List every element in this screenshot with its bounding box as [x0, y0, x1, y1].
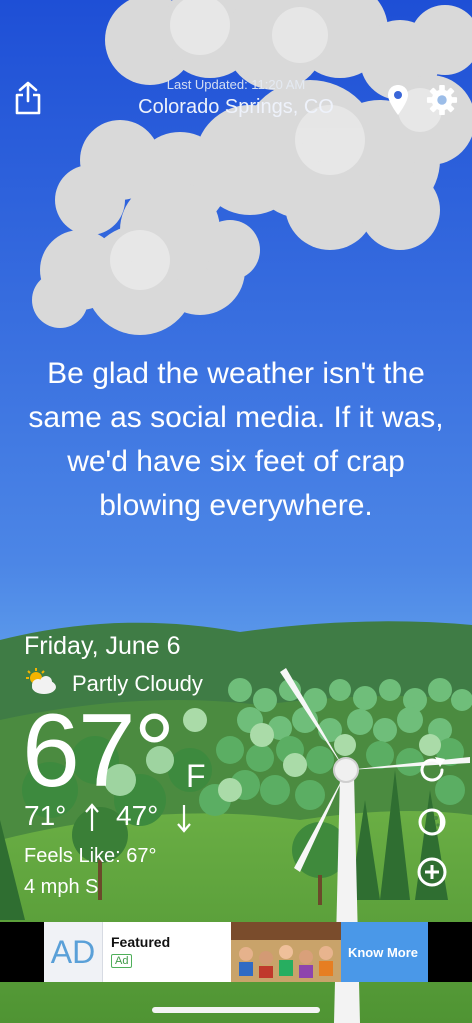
refresh-button[interactable]: [416, 754, 448, 786]
gear-icon: [426, 84, 458, 116]
ad-title: Featured: [111, 934, 171, 950]
feels-like-text: Feels Like: 67°: [24, 845, 157, 867]
weather-quote: Be glad the weather isn't the same as so…: [28, 357, 444, 522]
arrow-up-icon: [84, 803, 100, 838]
theme-icon: [418, 808, 446, 836]
ad-content[interactable]: Featured Ad: [103, 922, 341, 982]
ad-image: [231, 922, 341, 982]
date-text: Friday, June 6: [24, 632, 181, 660]
add-button[interactable]: [416, 856, 448, 888]
ad-banner[interactable]: AD Featured Ad Know More: [44, 922, 428, 982]
add-icon: [417, 857, 447, 887]
location-pin-icon: [388, 85, 408, 115]
location-button[interactable]: [382, 84, 414, 116]
ad-logo: AD: [44, 922, 103, 982]
current-temperature: 67°: [22, 693, 175, 809]
high-temp: 71°: [24, 800, 67, 831]
refresh-icon: [420, 757, 445, 782]
settings-button[interactable]: [426, 84, 458, 116]
low-temp: 47°: [116, 800, 159, 831]
home-indicator[interactable]: [152, 1007, 320, 1013]
ad-badge: Ad: [111, 954, 133, 968]
know-more-button[interactable]: Know More: [338, 922, 428, 982]
arrow-down-icon: [176, 803, 192, 838]
theme-button[interactable]: [416, 806, 448, 838]
temperature-unit: F: [186, 758, 206, 794]
wind-text: 4 mph S: [24, 876, 99, 898]
